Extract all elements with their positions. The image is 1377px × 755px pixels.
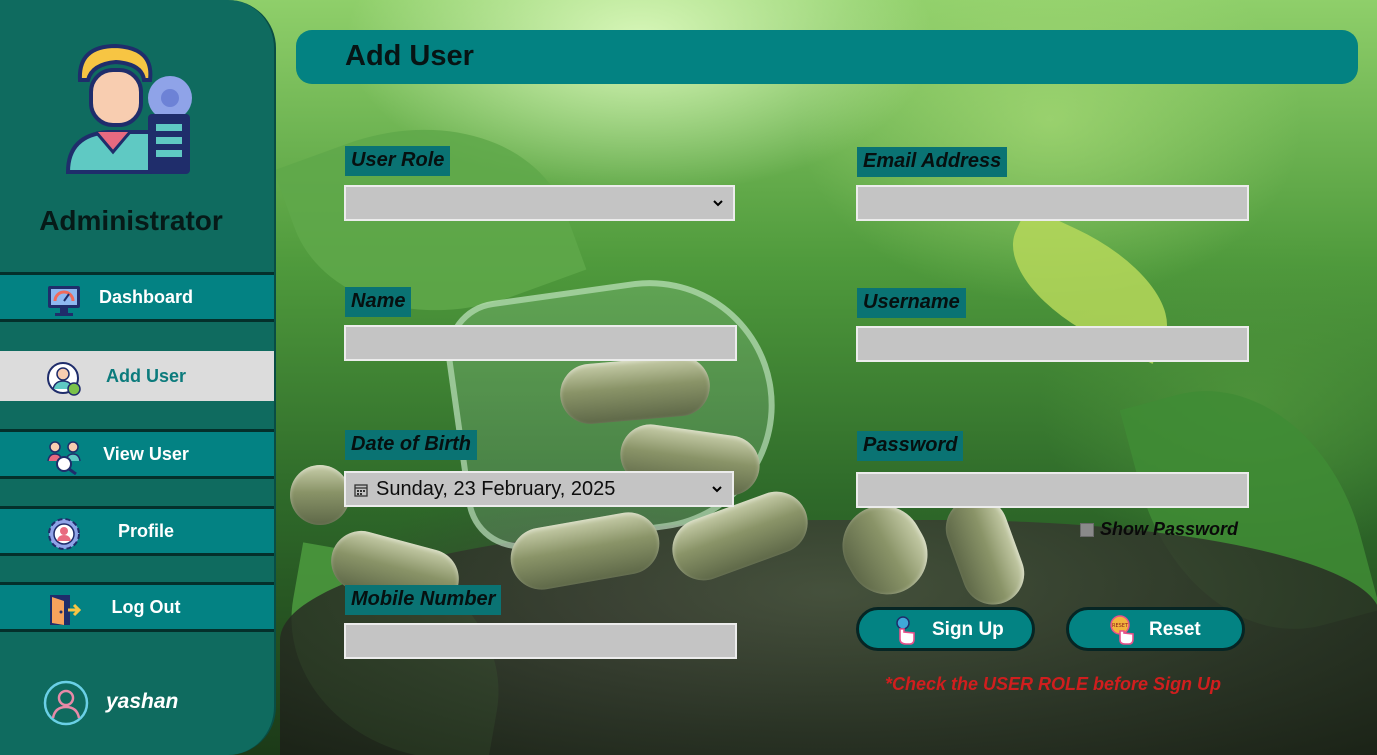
password-label: Password <box>857 431 964 461</box>
page-title: Add User <box>345 40 474 72</box>
signup-button-label: Sign Up <box>932 619 1004 640</box>
date-of-birth-label: Date of Birth <box>345 430 477 460</box>
name-label: Name <box>345 287 412 317</box>
nav-item-profile[interactable]: Profile <box>0 506 274 556</box>
logout-door-icon <box>50 595 82 625</box>
add-user-icon <box>47 362 81 396</box>
reset-button[interactable]: RESET Reset <box>1066 607 1245 651</box>
show-password-checkbox[interactable] <box>1080 522 1094 537</box>
role-title: Administrator <box>39 205 223 236</box>
user-role-label: User Role <box>345 146 451 176</box>
nav-item-logout[interactable]: Log Out <box>0 582 274 632</box>
view-users-icon <box>47 441 81 475</box>
reset-button-label: Reset <box>1149 619 1201 640</box>
email-input[interactable] <box>856 185 1249 221</box>
header-bar: Add User <box>296 30 1358 84</box>
name-input[interactable] <box>344 325 737 361</box>
chevron-down-icon <box>713 200 723 207</box>
password-input[interactable] <box>856 472 1249 508</box>
current-username: yashan <box>106 690 179 713</box>
signup-button[interactable]: Sign Up <box>856 607 1035 651</box>
role-warning-text: *Check the USER ROLE before Sign Up <box>885 674 1222 694</box>
chevron-down-icon <box>712 486 722 493</box>
nav-label-logout: Log Out <box>111 596 181 617</box>
nav-item-dashboard[interactable]: Dashboard <box>0 272 274 322</box>
profile-gear-icon <box>48 518 80 550</box>
nav-label-add-user: Add User <box>105 365 186 386</box>
signup-hand-icon <box>896 616 915 645</box>
reset-hand-icon: RESET <box>1110 615 1134 645</box>
nav-label-dashboard: Dashboard <box>98 286 194 307</box>
user-avatar-icon <box>43 680 89 726</box>
nav-item-view-user[interactable]: View User <box>0 429 274 479</box>
email-label: Email Address <box>857 147 1008 177</box>
user-role-select[interactable] <box>344 185 735 221</box>
username-input[interactable] <box>856 326 1249 362</box>
reset-icon-text: RESET <box>1112 623 1129 629</box>
date-of-birth-picker[interactable]: Sunday, 23 February, 2025 <box>344 471 734 507</box>
nav-label-view-user: View User <box>103 443 189 464</box>
date-of-birth-value: Sunday, 23 February, 2025 <box>376 478 616 500</box>
sidebar: Administrator Dashboard Add User View Us… <box>0 0 276 755</box>
nav-label-profile: Profile <box>117 520 174 541</box>
mobile-number-label: Mobile Number <box>345 585 502 615</box>
calendar-icon <box>354 484 368 497</box>
username-label: Username <box>857 288 966 318</box>
nav-item-add-user[interactable]: Add User <box>0 351 274 401</box>
show-password-label: Show Password <box>1100 519 1239 539</box>
dashboard-monitor-icon <box>48 286 80 316</box>
show-password-toggle[interactable]: Show Password <box>1080 519 1238 540</box>
administrator-avatar-icon <box>65 43 192 174</box>
mobile-number-input[interactable] <box>344 623 737 659</box>
capsule <box>290 465 350 525</box>
